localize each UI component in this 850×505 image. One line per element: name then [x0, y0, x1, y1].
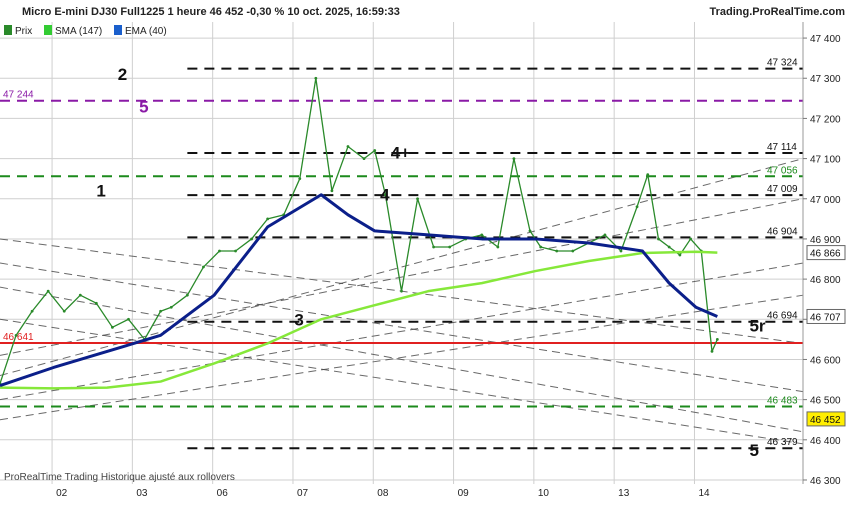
series-point-0	[127, 318, 130, 321]
y-tick-label: 46 400	[810, 436, 841, 447]
x-tick-label: 14	[698, 488, 710, 499]
series-point-0	[95, 302, 98, 305]
x-tick-label: 09	[458, 488, 470, 499]
series-point-0	[416, 197, 419, 200]
annotation-label: 5	[749, 441, 758, 460]
x-tick-label: 08	[377, 488, 389, 499]
x-tick-label: 03	[136, 488, 148, 499]
x-tick-label: 07	[297, 488, 309, 499]
legend-swatch-price	[4, 25, 12, 35]
chart-svg: 47 324 47 244 47 114 47 056 47 009 46 904 46 6…	[0, 0, 850, 500]
series-point-0	[314, 77, 317, 80]
series-point-0	[636, 205, 639, 208]
series-point-0	[689, 238, 692, 241]
chart-title: Micro E-mini DJ30 Full1225 1 heure 46 45…	[22, 6, 400, 18]
level-label: 46 379	[767, 437, 798, 448]
y-tick-label: 47 300	[810, 74, 841, 85]
series-point-0	[31, 310, 34, 313]
y-tick-label: 46 800	[810, 275, 841, 286]
series-point-0	[331, 189, 334, 192]
footer-note: ProRealTime Trading Historique ajusté au…	[4, 472, 235, 483]
series-point-0	[657, 238, 660, 241]
series-point-0	[513, 157, 516, 160]
series-point-0	[47, 290, 50, 293]
series-point-0	[218, 250, 221, 253]
series-point-0	[15, 334, 18, 337]
series-point-0	[266, 217, 269, 220]
annotation-label: 5r	[749, 316, 765, 335]
y-tick-label: 46 500	[810, 396, 841, 407]
series-point-0	[202, 266, 205, 269]
series-point-0	[111, 326, 114, 329]
series-point-0	[347, 145, 350, 148]
level-label: 46 483	[767, 395, 798, 406]
annotation-label: 4	[380, 186, 390, 205]
legend-item-ema[interactable]: EMA (40)	[125, 26, 167, 37]
price-tag-label: 46 707	[810, 312, 841, 323]
level-label: 47 244	[3, 90, 34, 101]
annotation-label: 3	[294, 310, 303, 329]
series-point-0	[170, 306, 173, 309]
series-point-0	[539, 246, 542, 249]
level-label: 46 904	[767, 226, 798, 237]
annotation-label: 5	[139, 97, 148, 116]
series-point-0	[373, 149, 376, 152]
series-point-0	[363, 157, 366, 160]
series-point-0	[63, 310, 66, 313]
series-point-0	[529, 230, 532, 233]
series-point-0	[298, 177, 301, 180]
series-point-0	[250, 238, 253, 241]
annotation-label: 4+	[391, 144, 410, 163]
legend-swatch-ema	[114, 25, 122, 35]
series-point-0	[400, 290, 403, 293]
level-label: 47 114	[767, 142, 797, 153]
y-tick-label: 47 200	[810, 114, 841, 125]
series-point-0	[604, 234, 607, 237]
legend-swatch-sma	[44, 25, 52, 35]
series-point-0	[159, 310, 162, 313]
level-label: 46 641	[3, 332, 34, 343]
price-tag-label: 46 452	[810, 415, 841, 426]
y-tick-label: 46 900	[810, 235, 841, 246]
series-point-0	[678, 254, 681, 257]
series-point-0	[711, 350, 714, 353]
x-tick-label: 10	[538, 488, 550, 499]
annotation-label: 2	[118, 65, 127, 84]
series-point-0	[555, 250, 558, 253]
x-tick-label: 02	[56, 488, 68, 499]
legend-item-price[interactable]: Prix	[15, 26, 32, 37]
series-point-0	[646, 173, 649, 176]
series-point-0	[448, 246, 451, 249]
level-label: 47 056	[767, 165, 798, 176]
series-point-0	[186, 294, 189, 297]
level-label: 47 009	[767, 184, 798, 195]
y-tick-label: 47 000	[810, 195, 841, 206]
series-point-0	[79, 294, 82, 297]
y-tick-label: 47 400	[810, 34, 841, 45]
x-tick-label: 06	[217, 488, 229, 499]
series-point-0	[480, 234, 483, 237]
series-point-0	[668, 246, 671, 249]
x-tick-label: 13	[618, 488, 630, 499]
y-tick-label: 46 600	[810, 355, 841, 366]
series-point-0	[620, 250, 623, 253]
series-point-0	[496, 246, 499, 249]
series-point-0	[432, 246, 435, 249]
legend: Prix SMA (147) EMA (40)	[4, 25, 167, 37]
legend-item-sma[interactable]: SMA (147)	[55, 26, 102, 37]
annotation-label: 1	[96, 182, 105, 201]
y-tick-label: 46 300	[810, 476, 841, 487]
price-tag-label: 46 866	[810, 249, 841, 260]
series-point-0	[234, 250, 237, 253]
series-point-0	[571, 250, 574, 253]
chart: 47 324 47 244 47 114 47 056 47 009 46 904 46 6…	[0, 0, 850, 500]
series-point-0	[716, 338, 719, 341]
level-label: 47 324	[767, 58, 798, 69]
level-label: 46 694	[767, 311, 798, 322]
y-tick-label: 47 100	[810, 155, 841, 166]
brand-link[interactable]: Trading.ProRealTime.com	[709, 6, 845, 18]
